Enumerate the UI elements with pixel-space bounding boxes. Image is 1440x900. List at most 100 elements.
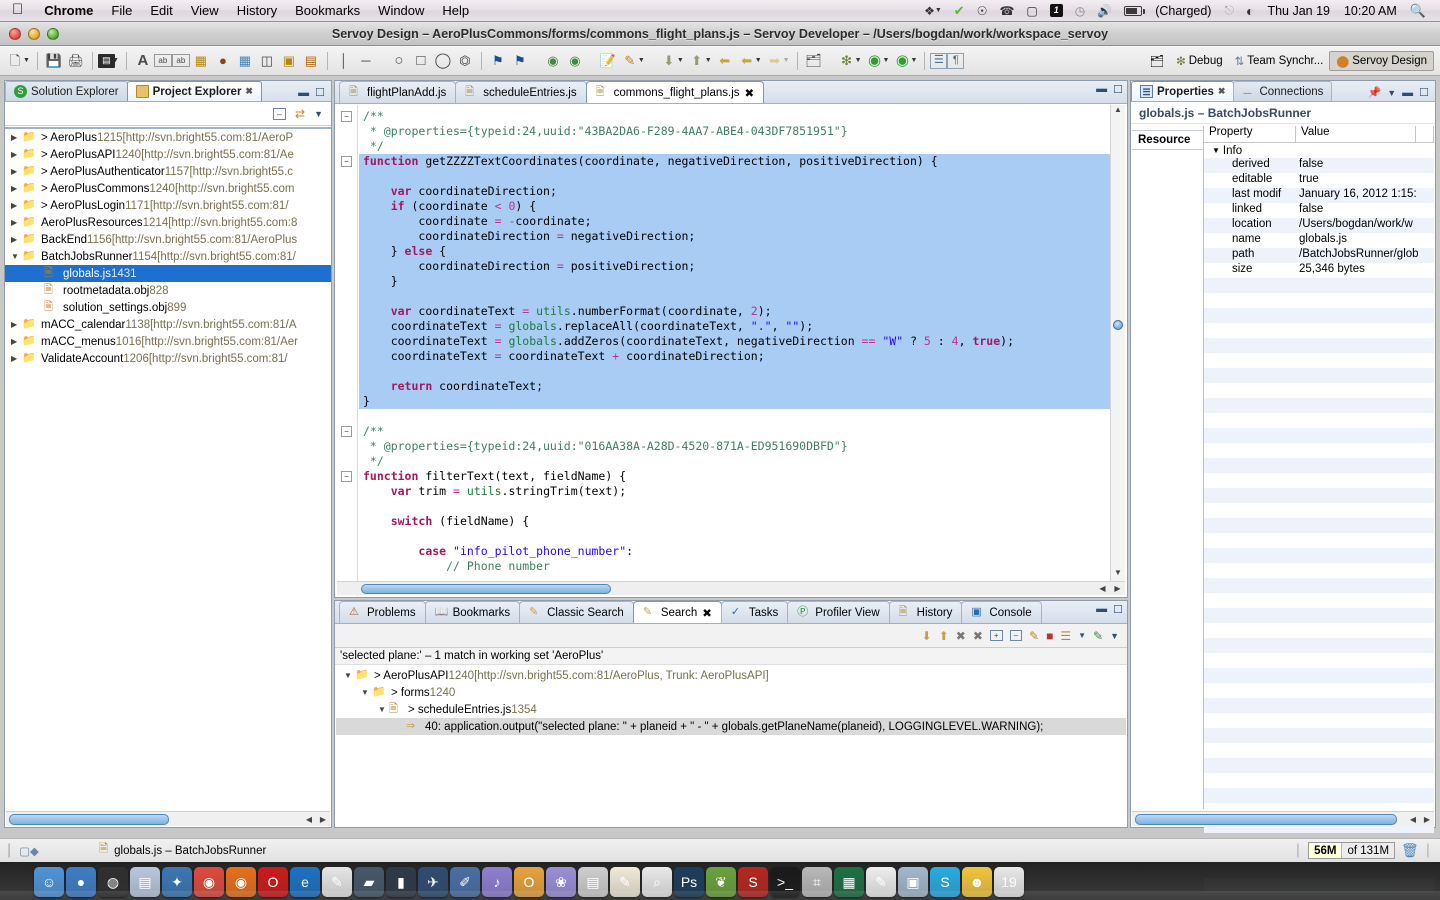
text-label-icon[interactable]: A [132, 50, 154, 72]
code-line[interactable]: */ [359, 454, 1110, 469]
tree-item[interactable]: ▶ 📁 BackEnd 1156 [http://svn.bright55.com:… [5, 231, 331, 248]
expand-all-icon[interactable]: + [989, 630, 1003, 641]
back-star-icon[interactable]: ⬅ [714, 50, 736, 72]
tree-item[interactable]: 🗎 globals.js 1431 [5, 265, 331, 282]
property-row[interactable]: name globals.js [1204, 233, 1434, 248]
search-tab-profiler-view[interactable]: Ⓟ Profiler View [787, 601, 890, 623]
minimize-icon[interactable]: ▬ [1402, 88, 1413, 99]
tree-item[interactable]: ▼ 📁 BatchJobsRunner 1154 [http://svn.brigh… [5, 248, 331, 265]
phone-icon[interactable]: ☎ [993, 4, 1020, 18]
heap-status[interactable]: 56M of 131M [1308, 842, 1396, 859]
code-line[interactable]: function filterText(text, fieldName) { [359, 469, 1110, 484]
tree-item[interactable]: 🗎 rootmetadata.obj 828 [5, 282, 331, 299]
paragraph-icon[interactable]: ¶ [947, 52, 965, 69]
xy-shape-icon[interactable]: ⏣ [454, 50, 476, 72]
perspective-debug[interactable]: ❇ Debug [1170, 52, 1229, 70]
properties-hscrollbar[interactable]: ◀ ▶ [1132, 811, 1434, 826]
code-line[interactable]: coordinateDirection = positiveDirection; [359, 259, 1110, 274]
collapse-all-icon[interactable]: – [1009, 630, 1023, 641]
search-tab-problems[interactable]: ⚠ Problems [339, 601, 426, 623]
search-tab-classic-search[interactable]: ✎ Classic Search [519, 601, 634, 623]
tab-project-explorer[interactable]: Project Explorer ✖ [126, 81, 262, 101]
editor-tab-commons_flight_plans-js[interactable]: 🗎 commons_flight_plans.js ✖ [585, 81, 765, 103]
forward-dropdown-icon[interactable]: ▼ [783, 57, 790, 64]
code-line[interactable]: // Phone number [359, 559, 1110, 574]
search-tab-history[interactable]: 🗎 History [888, 601, 963, 623]
save-icon[interactable]: 💾 [43, 50, 65, 72]
perspective-servoy-design[interactable]: ⬤ Servoy Design [1329, 50, 1434, 71]
pin-icon[interactable]: 📌 [1368, 88, 1382, 99]
scroll-right-icon[interactable]: ▶ [1420, 815, 1434, 824]
code-line[interactable]: } [359, 394, 1110, 409]
menu-window[interactable]: Window [369, 3, 433, 18]
code-line[interactable] [359, 364, 1110, 379]
editor-folding-gutter[interactable]: − − − − [336, 105, 358, 596]
code-line[interactable]: coordinate = -coordinate; [359, 214, 1110, 229]
code-line[interactable]: function getZZZZTextCoordinates(coordina… [359, 154, 1110, 169]
new-search-icon[interactable]: ✎ [1093, 629, 1103, 643]
script-editor-icon[interactable]: 📝 [597, 50, 619, 72]
scroll-right-icon[interactable]: ▶ [1110, 584, 1125, 593]
battery-icon[interactable] [1118, 5, 1148, 16]
remove-match-icon[interactable]: ✖ [956, 629, 966, 643]
wifi-icon[interactable]: ◐ [1240, 3, 1260, 19]
line-horizontal-icon[interactable]: ─ [355, 50, 377, 72]
fold-collapse-icon[interactable]: − [341, 111, 352, 122]
code-line[interactable] [359, 289, 1110, 304]
perspective-team-synchronizing[interactable]: ⇅ Team Synchr... [1229, 52, 1330, 70]
trash-icon[interactable]: 🗑 [1401, 842, 1419, 859]
close-icon[interactable]: ✖ [702, 606, 712, 620]
close-icon[interactable]: ✖ [745, 86, 755, 100]
previous-match-icon[interactable]: ⬆ [939, 629, 949, 643]
code-line[interactable]: /** [359, 109, 1110, 124]
menu-history[interactable]: History [228, 3, 286, 18]
tree-item[interactable]: 🗎 solution_settings.obj 899 [5, 299, 331, 316]
search-tab-search[interactable]: ✎ Search ✖ [632, 601, 722, 623]
pencil-dropdown-icon[interactable]: ▼ [638, 57, 645, 64]
minimize-icon[interactable]: ▬ [1096, 603, 1107, 616]
menu-view[interactable]: View [182, 3, 228, 18]
ellipse-shape-icon[interactable]: ◯ [432, 50, 454, 72]
property-value[interactable]: false [1296, 158, 1434, 173]
apple-icon[interactable]:  [0, 2, 35, 17]
globe-run-icon[interactable]: ◉ [542, 50, 564, 72]
debug-dropdown-icon[interactable]: ▼ [855, 57, 862, 64]
circle-shape-icon[interactable]: ○ [388, 50, 410, 72]
minimize-icon[interactable]: ▬ [298, 88, 309, 99]
pin-search-icon[interactable]: ■ [1046, 629, 1053, 643]
menu-file[interactable]: File [102, 3, 141, 18]
tree-item[interactable]: ▶ 📁 > AeroPlusAuthenticator 1157 [http://s… [5, 163, 331, 180]
globe-debug-icon[interactable]: ◉ [564, 50, 586, 72]
tab-solution-explorer[interactable]: S Solution Explorer [5, 81, 128, 101]
tree-item[interactable]: ▶ 📁 mACC_calendar 1138 [http://svn.bright5… [5, 316, 331, 333]
code-line[interactable]: */ [359, 139, 1110, 154]
maximize-icon[interactable]: ☐ [1113, 603, 1123, 616]
code-line[interactable]: /** [359, 424, 1110, 439]
display-icon[interactable]: ▢ [1020, 4, 1043, 18]
image-icon[interactable]: ▦ [234, 50, 256, 72]
form-designer-dropdown-icon[interactable]: ▼ [112, 57, 119, 64]
code-line[interactable]: case "info_pilot_phone_number": [359, 544, 1110, 559]
code-line[interactable]: var trim = utils.stringTrim(text); [359, 484, 1110, 499]
close-icon[interactable]: ✖ [1218, 86, 1226, 97]
clock-icon[interactable]: ◷ [1069, 4, 1091, 18]
menu-bookmarks[interactable]: Bookmarks [286, 3, 369, 18]
view-menu-icon[interactable]: ▼ [314, 109, 323, 119]
search-tree-row[interactable]: ▼ 📁 > AeroPlusAPI 1240 [http://svn.bright5… [336, 667, 1126, 684]
search-tab-bookmarks[interactable]: 📖 Bookmarks [424, 601, 521, 623]
code-line[interactable]: var coordinateText = utils.numberFormat(… [359, 304, 1110, 319]
tree-item[interactable]: ▶ 📁 mACC_menus 1016 [http://svn.bright55.c… [5, 333, 331, 350]
editor-source-text[interactable]: /** * @properties={typeid:24,uuid:"43BA2… [359, 105, 1110, 582]
tab-connections[interactable]: ⚊ Connections [1233, 81, 1333, 101]
tree-item[interactable]: ▶ 📁 > AeroPlusCommons 1240 [http://svn.bri… [5, 180, 331, 197]
search-tab-console[interactable]: ▣ Console [961, 601, 1042, 623]
dropbox-icon[interactable]: ❖ ▼ [918, 4, 948, 18]
code-line[interactable]: } [359, 274, 1110, 289]
property-value[interactable]: January 16, 2012 1:15: [1296, 188, 1434, 203]
tab-properties[interactable]: ☰ Properties ✖ [1131, 81, 1235, 101]
editor-code-area[interactable]: − − − − /** * @properties={typeid:24,uuid:"… [336, 105, 1126, 596]
run-dropdown-icon[interactable]: ▼ [883, 57, 890, 64]
project-explorer-hscrollbar[interactable]: ◀ ▶ [6, 811, 330, 826]
export-dropdown-icon[interactable]: ▼ [705, 57, 712, 64]
property-row[interactable]: size 25,346 bytes [1204, 263, 1434, 278]
